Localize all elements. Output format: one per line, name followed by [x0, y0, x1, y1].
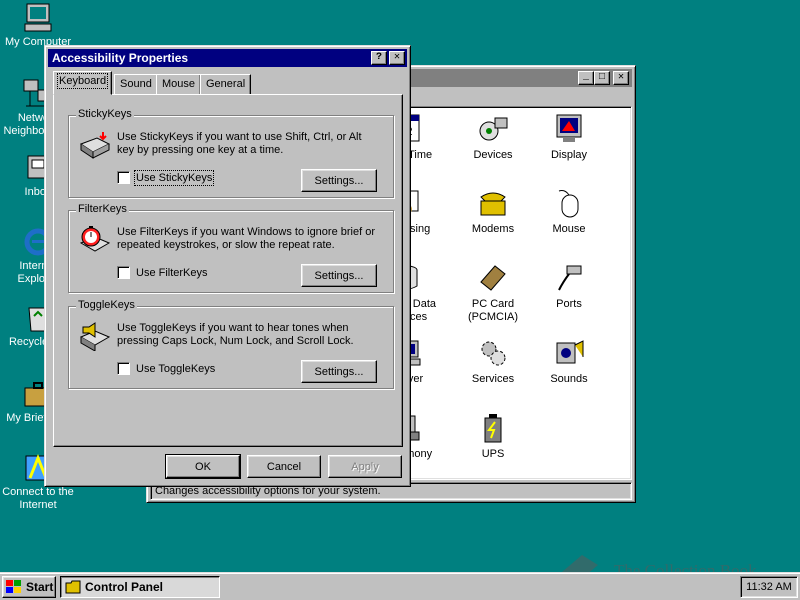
cp-icon-services[interactable]: Services: [455, 337, 531, 386]
use-stickykeys-checkbox-row[interactable]: Use StickyKeys: [117, 169, 215, 186]
cp-icon-label: UPS: [481, 448, 505, 460]
button-label: Cancel: [266, 460, 302, 473]
services-gear-icon: [481, 341, 506, 366]
devices-icon: [479, 117, 508, 141]
maximize-button[interactable]: □: [594, 71, 610, 85]
group-title: ToggleKeys: [76, 299, 137, 311]
use-togglekeys-label[interactable]: Use ToggleKeys: [136, 363, 215, 375]
togglekeys-group: ToggleKeys Use ToggleKeys if you want to…: [68, 299, 394, 389]
tab-mouse[interactable]: Mouse: [156, 74, 202, 94]
clock[interactable]: 11:32 AM: [746, 581, 792, 593]
cp-icon-label: Services: [471, 373, 515, 385]
desktop-icon-label: Connect to the Internet: [2, 486, 74, 511]
close-button[interactable]: ✕: [613, 71, 629, 85]
tab-label: Keyboard: [56, 73, 109, 89]
cp-icon-modems[interactable]: Modems: [455, 187, 531, 236]
filterkeys-settings-button[interactable]: Settings...: [301, 264, 377, 287]
button-label: Apply: [351, 460, 379, 473]
stickykeys-keyboard-icon: [79, 132, 111, 159]
telephone-icon: [480, 192, 506, 216]
togglekeys-settings-button[interactable]: Settings...: [301, 360, 377, 383]
speaker-icon: [556, 340, 584, 364]
desktop-icon-my-computer[interactable]: My Computer: [0, 2, 76, 49]
start-button[interactable]: Start: [2, 576, 56, 598]
computer-icon: [24, 3, 52, 32]
cp-icon-label: Modems: [471, 223, 515, 235]
cp-icon-label: PC Card (PCMCIA): [467, 298, 519, 323]
use-togglekeys-checkbox-row[interactable]: Use ToggleKeys: [117, 362, 215, 375]
mouse-icon: [558, 190, 579, 218]
taskbar-button-label: Control Panel: [85, 580, 164, 594]
cp-icon-label: Display: [550, 149, 588, 161]
cp-icon-label: Ports: [556, 298, 582, 310]
tab-sound[interactable]: Sound: [114, 74, 158, 94]
minimize-button[interactable]: _: [578, 71, 594, 85]
dialog-titlebar[interactable]: Accessibility Properties ? ✕: [48, 49, 407, 67]
keyboard-tab-panel: StickyKeys Use StickyKeys if you want to…: [53, 94, 403, 447]
cp-icon-label: Sounds: [550, 373, 588, 385]
display-icon: [556, 114, 582, 142]
cp-icon-sounds[interactable]: Sounds: [531, 337, 607, 386]
use-stickykeys-label[interactable]: Use StickyKeys: [133, 169, 215, 186]
button-label: Settings...: [314, 174, 364, 187]
cancel-button[interactable]: Cancel: [247, 455, 321, 478]
button-label: Settings...: [314, 365, 364, 378]
apply-button[interactable]: Apply: [328, 455, 402, 478]
ok-button[interactable]: OK: [165, 454, 241, 479]
use-filterkeys-label[interactable]: Use FilterKeys: [136, 267, 208, 279]
use-filterkeys-checkbox[interactable]: [117, 266, 130, 279]
dialog-title: Accessibility Properties: [52, 51, 189, 65]
tab-label: General: [206, 78, 246, 90]
cp-icon-ups[interactable]: UPS: [455, 412, 531, 461]
tab-label: Mouse: [162, 78, 196, 90]
cp-icon-ports[interactable]: Ports: [531, 262, 607, 311]
ups-battery-icon: [484, 414, 502, 443]
button-label: Settings...: [314, 269, 364, 282]
stickykeys-group: StickyKeys Use StickyKeys if you want to…: [68, 108, 394, 198]
button-label: OK: [195, 460, 211, 473]
cp-icon-label: Mouse: [552, 223, 586, 235]
tab-keyboard[interactable]: Keyboard: [53, 71, 113, 95]
filterkeys-stopwatch-icon: [79, 226, 111, 252]
tab-label: Sound: [120, 78, 152, 90]
use-filterkeys-checkbox-row[interactable]: Use FilterKeys: [117, 266, 208, 279]
use-togglekeys-checkbox[interactable]: [117, 362, 130, 375]
cp-icon-devices[interactable]: Devices: [455, 113, 531, 162]
tab-general[interactable]: General: [200, 74, 252, 94]
windows-logo-icon: [6, 580, 21, 593]
cp-icon-display[interactable]: Display: [531, 113, 607, 162]
help-button[interactable]: ?: [371, 51, 387, 65]
group-title: FilterKeys: [76, 203, 129, 215]
stickykeys-description: Use StickyKeys if you want to use Shift,…: [117, 131, 362, 156]
system-tray: 11:32 AM: [740, 576, 798, 598]
use-stickykeys-checkbox[interactable]: [117, 171, 130, 184]
cp-icon-label: Devices: [473, 149, 513, 161]
control-panel-folder-icon: [65, 580, 81, 594]
togglekeys-description: Use ToggleKeys if you want to hear tones…: [117, 322, 354, 347]
cp-icon-mouse[interactable]: Mouse: [531, 187, 607, 236]
togglekeys-speaker-icon: [79, 322, 111, 351]
filterkeys-group: FilterKeys Use FilterKeys if you want Wi…: [68, 203, 394, 293]
filterkeys-description: Use FilterKeys if you want Windows to ig…: [117, 226, 375, 251]
close-button[interactable]: ✕: [389, 51, 405, 65]
stickykeys-settings-button[interactable]: Settings...: [301, 169, 377, 192]
group-title: StickyKeys: [76, 108, 134, 120]
taskbar-control-panel-button[interactable]: Control Panel: [60, 576, 220, 598]
ports-icon: [558, 265, 582, 291]
accessibility-properties-dialog[interactable]: Accessibility Properties ? ✕ Keyboard So…: [44, 45, 411, 487]
start-label: Start: [26, 580, 54, 594]
cp-icon-pc-card[interactable]: PC Card (PCMCIA): [455, 262, 531, 324]
taskbar: Start Control Panel 11:32 AM: [0, 572, 800, 600]
pc-card-icon: [480, 265, 506, 291]
